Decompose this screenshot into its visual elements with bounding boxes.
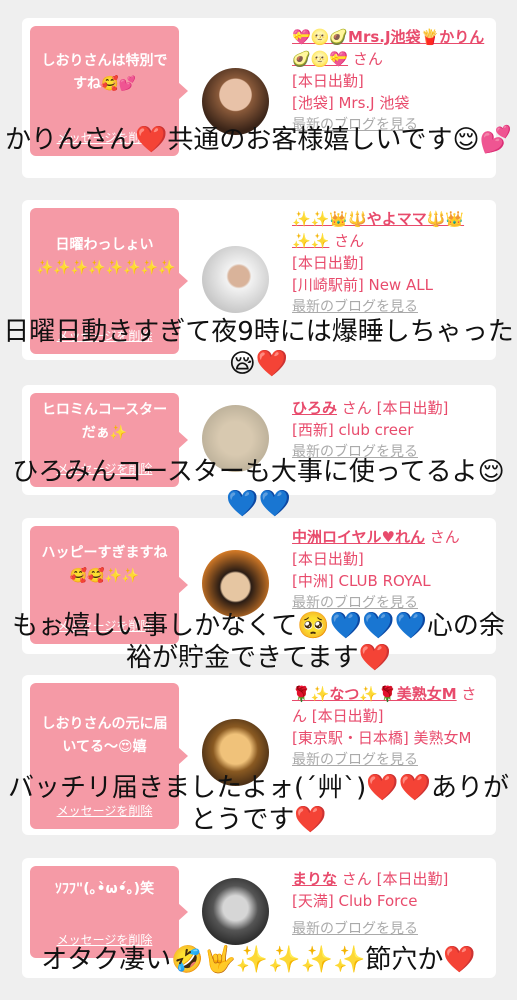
profile-name-link[interactable]: ひろみ (292, 399, 337, 417)
honorific: さん (341, 870, 372, 888)
location: [天満] Club Force (292, 892, 418, 910)
profile-info: まりな さん [本日出勤] [天満] Club Force 最新のブログを見る (292, 868, 488, 940)
avatar[interactable] (202, 550, 269, 617)
work-status: [本日出勤] (292, 72, 364, 90)
message-text: しおりさんの元に届いてる〜😍嬉 (41, 716, 168, 755)
profile-name-link[interactable]: まりな (292, 870, 337, 888)
honorific: さん (429, 528, 460, 546)
latest-blog-link[interactable]: 最新のブログを見る (292, 296, 488, 318)
avatar[interactable] (202, 246, 269, 313)
profile-name-link[interactable]: 中洲ロイヤル♥れん (292, 528, 425, 546)
avatar[interactable] (202, 878, 269, 945)
message-text: しおりさんは特別ですね🥰💕 (41, 53, 168, 92)
location: [東京駅・日本橋] 美熟女M (292, 729, 472, 747)
caption: ひろみんコースターも大事に使ってるよ😌💙💙 (12, 457, 505, 519)
work-status: [本日出勤] (311, 707, 384, 725)
profile-info: 中洲ロイヤル♥れん さん [本日出勤] [中洲] CLUB ROYAL 最新のブ… (292, 526, 488, 614)
location: [川崎駅前] New ALL (292, 276, 433, 294)
honorific: さん (334, 232, 365, 250)
profile-info: 🌹✨なつ✨🌹美熟女M さん [本日出勤] [東京駅・日本橋] 美熟女M 最新のブ… (292, 683, 488, 771)
location: [中洲] CLUB ROYAL (292, 572, 431, 590)
message-text: 日曜わっしょい✨✨✨✨✨✨✨✨ (36, 237, 176, 276)
location: [池袋] Mrs.J 池袋 (292, 94, 410, 112)
latest-blog-link[interactable]: 最新のブログを見る (292, 918, 488, 940)
message-text: ｿﾌﾌ"(｡•̀ω•́｡)笑 (54, 881, 155, 897)
profile-info: ひろみ さん [本日出勤] [西新] club creer 最新のブログを見る (292, 397, 488, 463)
work-status: [本日出勤] (292, 254, 364, 272)
caption: オタク凄い🤣🤟✨✨✨✨節穴か❤️ (41, 945, 476, 975)
caption: かりんさん❤️共通のお客様嬉しいです😌💕 (4, 125, 513, 155)
message-text: ハッピーすぎますね🥰🥰✨✨ (41, 545, 168, 584)
work-status: [本日出勤] (292, 550, 364, 568)
latest-blog-link[interactable]: 最新のブログを見る (292, 749, 488, 771)
caption: もぉ嬉しい事しかなくて🥺💙💙💙心の余裕が貯金できてます❤️ (12, 611, 505, 673)
profile-name-link[interactable]: 💝🌝🥑Mrs.J池袋🍟かりん🥑🌝💝 (292, 28, 484, 68)
honorific: さん (341, 399, 372, 417)
work-status: [本日出勤] (376, 399, 449, 417)
profile-name-link[interactable]: 🌹✨なつ✨🌹美熟女M (292, 685, 457, 703)
profile-name-link[interactable]: ✨✨👑🔱やよママ🔱👑✨✨ (292, 210, 464, 250)
profile-info: ✨✨👑🔱やよママ🔱👑✨✨ さん [本日出勤] [川崎駅前] New ALL 最新… (292, 208, 488, 318)
location: [西新] club creer (292, 421, 414, 439)
message-text: ヒロミんコースターだぁ✨ (41, 402, 168, 441)
honorific: さん (352, 50, 383, 68)
profile-info: 💝🌝🥑Mrs.J池袋🍟かりん🥑🌝💝 さん [本日出勤] [池袋] Mrs.J 池… (292, 26, 488, 136)
work-status: [本日出勤] (376, 870, 449, 888)
caption: 日曜日動きすぎて夜9時には爆睡しちゃった😪❤️ (3, 317, 514, 379)
caption: バッチリ届きましたよォ(´艸`)❤️❤️ありがとうです❤️ (7, 773, 510, 835)
